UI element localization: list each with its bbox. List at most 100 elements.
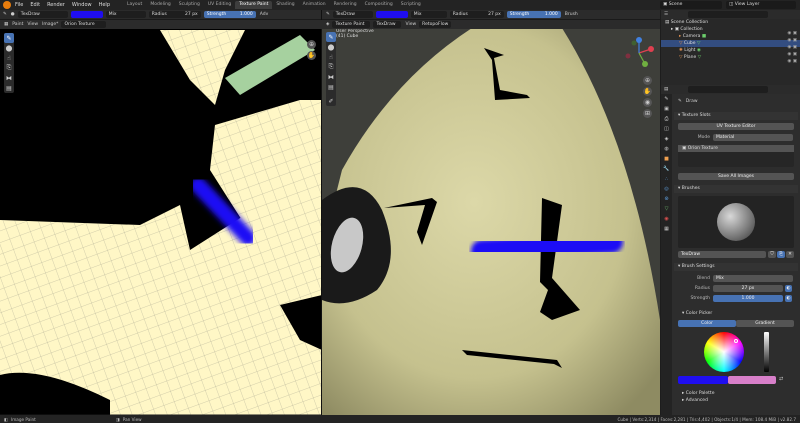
uv-mask-tool-icon[interactable]: ▤ — [4, 83, 14, 93]
outliner-type-icon[interactable]: ☰ — [664, 12, 668, 17]
color-wheel[interactable] — [703, 332, 744, 372]
uv-fill-tool-icon[interactable]: ⧓ — [4, 73, 14, 83]
vp-view-menu[interactable]: View — [405, 22, 416, 27]
vp-brush-selector[interactable]: TexDraw — [332, 11, 373, 18]
physics-tab-icon[interactable]: ◎ — [662, 185, 671, 194]
vp-view-brush-selector[interactable]: TexDraw — [373, 21, 402, 28]
vp-smear-tool-icon[interactable]: ☝ — [326, 52, 336, 62]
vp-blend-dropdown[interactable]: Mix — [410, 11, 447, 18]
vp-brush-menu[interactable]: Brush — [565, 12, 578, 17]
texture-slots-panel[interactable]: ▾ Texture Slots — [674, 112, 798, 120]
swap-colors-icon[interactable]: ⇄ — [779, 376, 787, 384]
scene-tab-icon[interactable]: ◈ — [662, 135, 671, 144]
vp-brush-color-swatch[interactable] — [375, 11, 408, 18]
uv-image-menu[interactable]: Image* — [42, 22, 58, 27]
vp-mask-tool-icon[interactable]: ▤ — [326, 82, 336, 92]
vp-brush-icon[interactable]: ✎ — [326, 12, 330, 17]
vp-editor-type-icon[interactable]: ◈ — [326, 22, 329, 27]
outliner-item-light[interactable]: ✺ Light ◉ — [661, 47, 800, 54]
strength-pressure-icon[interactable]: ◐ — [785, 294, 792, 302]
brush-preview[interactable] — [678, 196, 794, 248]
uv-blend-dropdown[interactable]: Mix — [105, 11, 146, 18]
menu-help[interactable]: Help — [99, 2, 110, 8]
constraints-tab-icon[interactable]: ⊛ — [662, 195, 671, 204]
uv-mode-dropdown[interactable]: Paint — [12, 22, 23, 27]
tab-modeling[interactable]: Modeling — [146, 1, 174, 9]
tab-layout[interactable]: Layout — [123, 1, 146, 9]
vp-clone-tool-icon[interactable]: ⎘ — [326, 62, 336, 72]
save-all-images-button[interactable]: Save All Images — [678, 173, 794, 180]
uv-brush-color-swatch[interactable] — [70, 11, 103, 18]
color-picker-panel[interactable]: ▾ Color Picker — [674, 310, 798, 318]
outliner-scene-collection[interactable]: ▤ Scene Collection — [661, 19, 800, 26]
material-tab-icon[interactable]: ◉ — [662, 215, 671, 224]
data-tab-icon[interactable]: ▽ — [662, 205, 671, 214]
advanced-panel[interactable]: ▸ Advanced — [674, 398, 798, 404]
value-slider[interactable] — [763, 332, 769, 372]
tool-tab-icon[interactable]: ✎ — [662, 95, 671, 104]
outliner-collection[interactable]: ▸ ▣ Collection — [661, 26, 800, 33]
color-tab[interactable]: Color — [678, 320, 736, 327]
color-wheel-cursor[interactable] — [733, 339, 738, 343]
uv-adv-menu[interactable]: Adv — [260, 12, 269, 17]
tab-compositing[interactable]: Compositing — [361, 1, 397, 9]
primary-color-swatch[interactable] — [678, 376, 728, 384]
tab-animation[interactable]: Animation — [299, 1, 330, 9]
uv-texture-editor-button[interactable]: UV Texture Editor — [678, 123, 794, 130]
menu-edit[interactable]: Edit — [30, 2, 40, 8]
output-tab-icon[interactable]: ⎙ — [662, 115, 671, 124]
strength-field[interactable]: 1.000 — [713, 294, 783, 302]
vp-soften-tool-icon[interactable]: ⬤ — [326, 42, 336, 52]
vp-camera-icon[interactable]: ◉ — [643, 98, 652, 107]
tab-texture-paint[interactable]: Texture Paint — [235, 1, 273, 9]
visibility-icon-light[interactable]: ◉ ▣ — [787, 51, 797, 58]
view-layer-tab-icon[interactable]: ◫ — [662, 125, 671, 134]
modifier-tab-icon[interactable]: 🔧 — [662, 165, 671, 174]
render-tab-icon[interactable]: ▣ — [662, 105, 671, 114]
uv-strength-field[interactable]: Strength 1.000 — [203, 11, 256, 18]
outliner-item-camera[interactable]: ▸ Camera ■ — [661, 33, 800, 40]
vp-pan-icon[interactable]: ✋ — [643, 87, 652, 96]
brush-fake-user-icon[interactable]: ⛉ — [768, 251, 776, 258]
mode-dropdown[interactable]: Material — [713, 133, 793, 141]
visibility-icon-collection[interactable]: ◉ ▣ — [787, 30, 797, 37]
uv-radius-field[interactable]: Radius 27 px — [148, 11, 201, 18]
uv-editor-type-icon[interactable]: ▦ — [4, 22, 8, 27]
view-layer-selector[interactable]: ◫ View Layer — [726, 1, 796, 9]
vp-fill-tool-icon[interactable]: ⧓ — [326, 72, 336, 82]
vp-strength-field[interactable]: Strength 1.000 — [506, 11, 561, 18]
tab-uv-editing[interactable]: UV Editing — [204, 1, 235, 9]
scene-selector[interactable]: ▣ Scene — [660, 1, 722, 9]
brush-name-field[interactable]: TexDraw — [678, 251, 766, 258]
texture-slot-item[interactable]: ▣ Orion Texture — [678, 145, 794, 152]
props-type-icon[interactable]: ▤ — [664, 87, 668, 92]
3d-viewport[interactable]: User Perspective (41) Cube ✎ ⬤ ☝ ⎘ ⧓ ▤ ✐… — [322, 20, 660, 415]
uv-zoom-icon[interactable]: ⊕ — [307, 40, 316, 49]
uv-brush-selector[interactable]: TexDraw — [17, 11, 68, 18]
tab-shading[interactable]: Shading — [272, 1, 298, 9]
radius-pressure-icon[interactable]: ◐ — [785, 284, 792, 292]
brush-icon[interactable]: ✎ — [3, 12, 7, 17]
gradient-tab[interactable]: Gradient — [736, 320, 794, 327]
menu-render[interactable]: Render — [47, 2, 65, 8]
secondary-color-swatch[interactable] — [728, 376, 776, 384]
tab-sculpting[interactable]: Sculpting — [175, 1, 204, 9]
brush-settings-panel[interactable]: ▾ Brush Settings — [674, 263, 798, 271]
object-tab-icon[interactable]: ■ — [662, 155, 671, 164]
props-search-input[interactable] — [688, 86, 769, 93]
vp-draw-tool-icon[interactable]: ✎ — [326, 32, 336, 42]
uv-image-editor[interactable]: ✎ ⬤ ☝ ⎘ ⧓ ▤ ⊕ ✋ — [0, 20, 322, 415]
visibility-icon-cube[interactable]: ◉ ▣ — [787, 44, 797, 51]
particles-tab-icon[interactable]: ∴ — [662, 175, 671, 184]
uv-soften-tool-icon[interactable]: ⬤ — [4, 43, 14, 53]
vp-radius-field[interactable]: Radius 27 px — [449, 11, 504, 18]
vp-grid-icon[interactable]: ⊞ — [643, 109, 652, 118]
radius-field[interactable]: 27 px — [713, 284, 783, 292]
world-tab-icon[interactable]: ◍ — [662, 145, 671, 154]
texture-tab-icon[interactable]: ▦ — [662, 225, 671, 234]
uv-clone-tool-icon[interactable]: ⎘ — [4, 63, 14, 73]
outliner-search-input[interactable] — [688, 11, 769, 18]
blender-logo-icon[interactable] — [3, 1, 11, 9]
navigation-gizmo[interactable] — [622, 36, 656, 70]
tab-rendering[interactable]: Rendering — [330, 1, 361, 9]
